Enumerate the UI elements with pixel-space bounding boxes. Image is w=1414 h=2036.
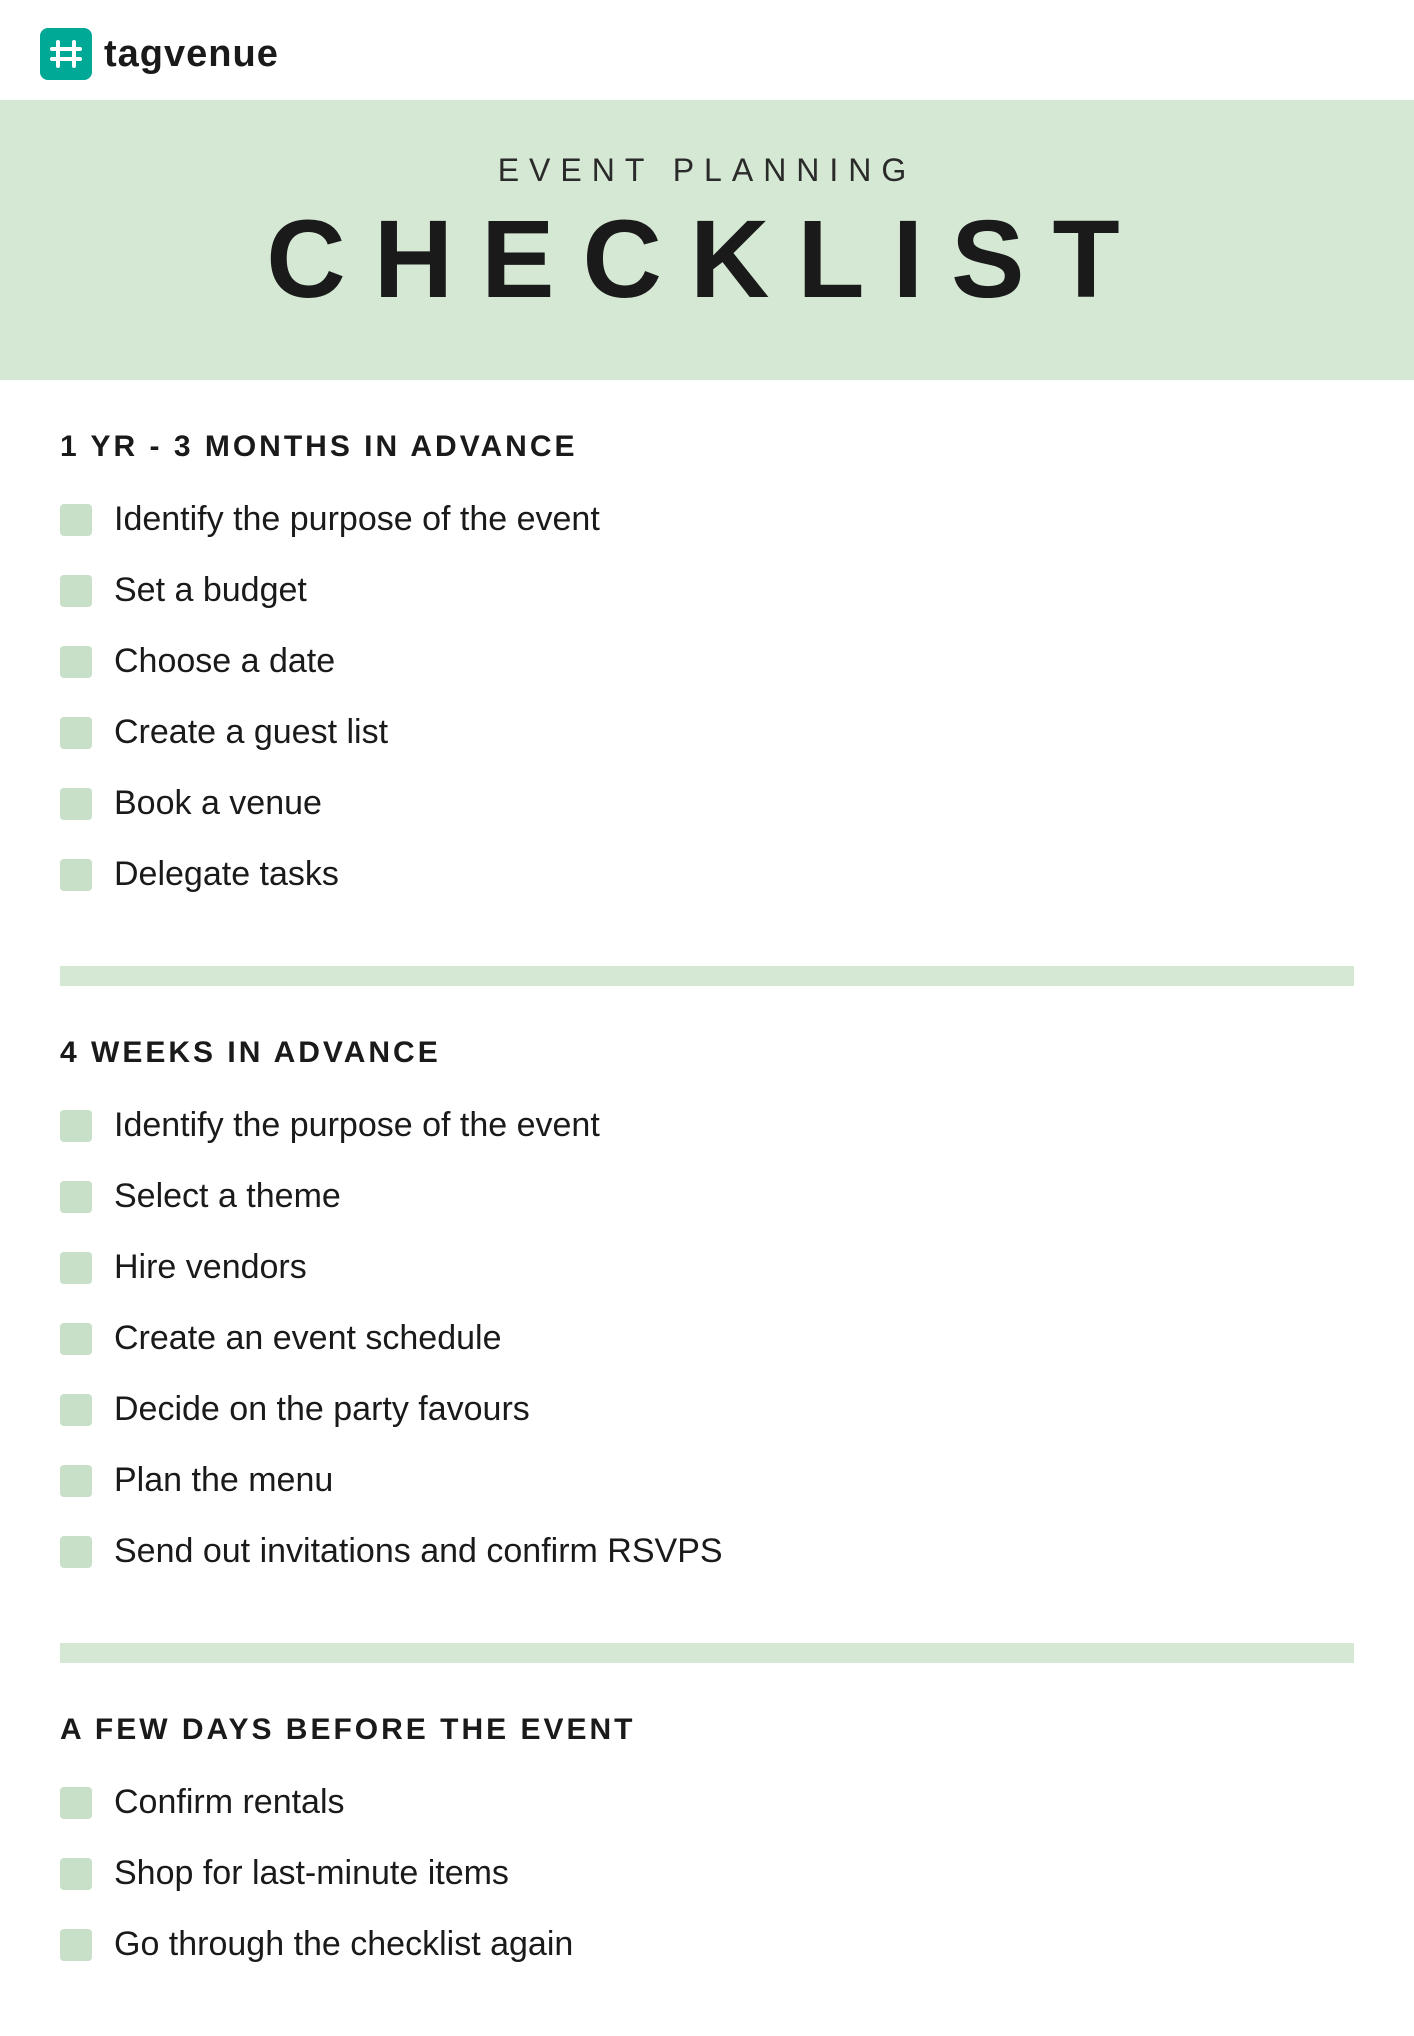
list-item[interactable]: Identify the purpose of the event [60,1106,1354,1145]
checklist-label: Confirm rentals [114,1783,345,1822]
list-item[interactable]: Create a guest list [60,713,1354,752]
list-item[interactable]: Delegate tasks [60,855,1354,894]
list-item[interactable]: Go through the checklist again [60,1925,1354,1964]
checkbox[interactable] [60,1536,92,1568]
checkbox[interactable] [60,1252,92,1284]
hero-subtitle: EVENT PLANNING [40,152,1374,189]
checklist-label: Identify the purpose of the event [114,500,600,539]
list-item[interactable]: Send out invitations and confirm RSVPS [60,1532,1354,1571]
checkbox[interactable] [60,788,92,820]
checkbox[interactable] [60,1394,92,1426]
checkbox[interactable] [60,1465,92,1497]
list-item[interactable]: Choose a date [60,642,1354,681]
checklist-label: Create an event schedule [114,1319,501,1358]
checkbox[interactable] [60,575,92,607]
checklist-label: Identify the purpose of the event [114,1106,600,1145]
hero-banner: EVENT PLANNING CHECKLIST [0,102,1414,380]
section-fewdays-heading: A FEW DAYS BEFORE THE EVENT [60,1713,1354,1747]
checklist-label: Hire vendors [114,1248,307,1287]
section-1yr-heading: 1 YR - 3 MONTHS IN ADVANCE [60,430,1354,464]
logo-text: tagvenue [104,33,279,76]
list-item[interactable]: Shop for last-minute items [60,1854,1354,1893]
checklist-4weeks: Identify the purpose of the event Select… [60,1106,1354,1571]
tagvenue-logo-icon [40,28,92,80]
section-1yr: 1 YR - 3 MONTHS IN ADVANCE Identify the … [60,380,1354,966]
checklist-fewdays: Confirm rentals Shop for last-minute ite… [60,1783,1354,1964]
checklist-label: Select a theme [114,1177,341,1216]
checkbox[interactable] [60,859,92,891]
section-fewdays: A FEW DAYS BEFORE THE EVENT Confirm rent… [60,1663,1354,2036]
checklist-label: Go through the checklist again [114,1925,573,1964]
list-item[interactable]: Hire vendors [60,1248,1354,1287]
checklist-label: Set a budget [114,571,307,610]
content-area: 1 YR - 3 MONTHS IN ADVANCE Identify the … [0,380,1414,2036]
section-4weeks: 4 WEEKS IN ADVANCE Identify the purpose … [60,986,1354,1643]
section-divider-2 [60,1643,1354,1663]
checkbox[interactable] [60,1323,92,1355]
logo-area: tagvenue [0,0,1414,102]
checklist-label: Delegate tasks [114,855,339,894]
section-divider-1 [60,966,1354,986]
list-item[interactable]: Set a budget [60,571,1354,610]
checkbox[interactable] [60,1181,92,1213]
list-item[interactable]: Book a venue [60,784,1354,823]
checklist-label: Book a venue [114,784,322,823]
list-item[interactable]: Plan the menu [60,1461,1354,1500]
checklist-label: Plan the menu [114,1461,333,1500]
checklist-label: Shop for last-minute items [114,1854,509,1893]
checkbox[interactable] [60,504,92,536]
checkbox[interactable] [60,1110,92,1142]
list-item[interactable]: Select a theme [60,1177,1354,1216]
checklist-label: Choose a date [114,642,335,681]
list-item[interactable]: Confirm rentals [60,1783,1354,1822]
checkbox[interactable] [60,646,92,678]
list-item[interactable]: Create an event schedule [60,1319,1354,1358]
checkbox[interactable] [60,717,92,749]
list-item[interactable]: Decide on the party favours [60,1390,1354,1429]
checklist-label: Decide on the party favours [114,1390,530,1429]
checklist-label: Send out invitations and confirm RSVPS [114,1532,723,1571]
checklist-label: Create a guest list [114,713,388,752]
checkbox[interactable] [60,1929,92,1961]
section-4weeks-heading: 4 WEEKS IN ADVANCE [60,1036,1354,1070]
checkbox[interactable] [60,1787,92,1819]
hero-title: CHECKLIST [40,199,1374,320]
checkbox[interactable] [60,1858,92,1890]
checklist-1yr: Identify the purpose of the event Set a … [60,500,1354,894]
list-item[interactable]: Identify the purpose of the event [60,500,1354,539]
